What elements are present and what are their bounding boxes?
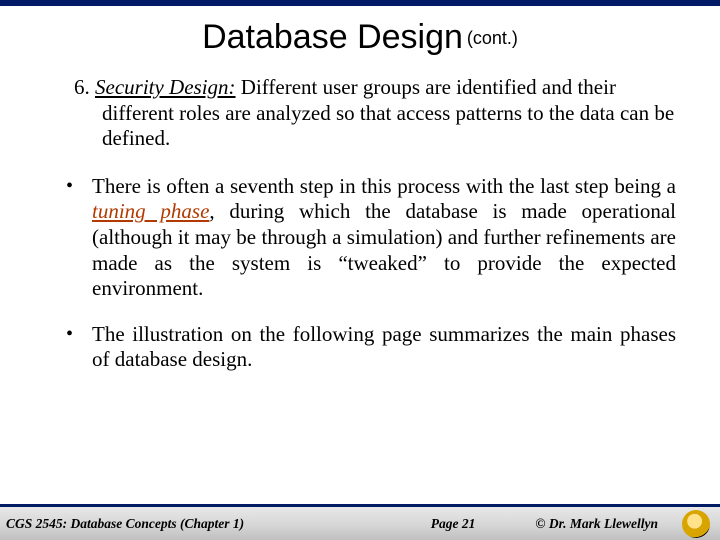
slide-title-wrap: Database Design (cont.) — [0, 18, 720, 57]
bullet-pre: There is often a seventh step in this pr… — [92, 174, 676, 198]
footer-author: © Dr. Mark Llewellyn — [535, 516, 658, 532]
list-item: There is often a seventh step in this pr… — [72, 174, 676, 302]
footer-course: CGS 2545: Database Concepts (Chapter 1) — [6, 516, 244, 532]
bullet-pre: The illustration on the following page s… — [92, 322, 676, 372]
list-item: The illustration on the following page s… — [72, 322, 676, 373]
slide-title-cont: (cont.) — [467, 28, 518, 48]
bullet-list: There is often a seventh step in this pr… — [44, 174, 676, 373]
numbered-item: 6. Security Design: Different user group… — [44, 75, 676, 152]
slide: Database Design (cont.) 6. Security Desi… — [0, 0, 720, 540]
security-design-label: Security Design: — [95, 75, 236, 99]
footer-page: Page 21 — [431, 516, 476, 532]
slide-title: Database Design — [202, 18, 463, 56]
slide-body: 6. Security Design: Different user group… — [0, 57, 720, 373]
footer-bar: CGS 2545: Database Concepts (Chapter 1) … — [0, 504, 720, 540]
item-number: 6. — [74, 75, 90, 99]
tuning-phase-em: tuning phase — [92, 199, 209, 223]
ucf-logo-icon — [682, 510, 710, 538]
